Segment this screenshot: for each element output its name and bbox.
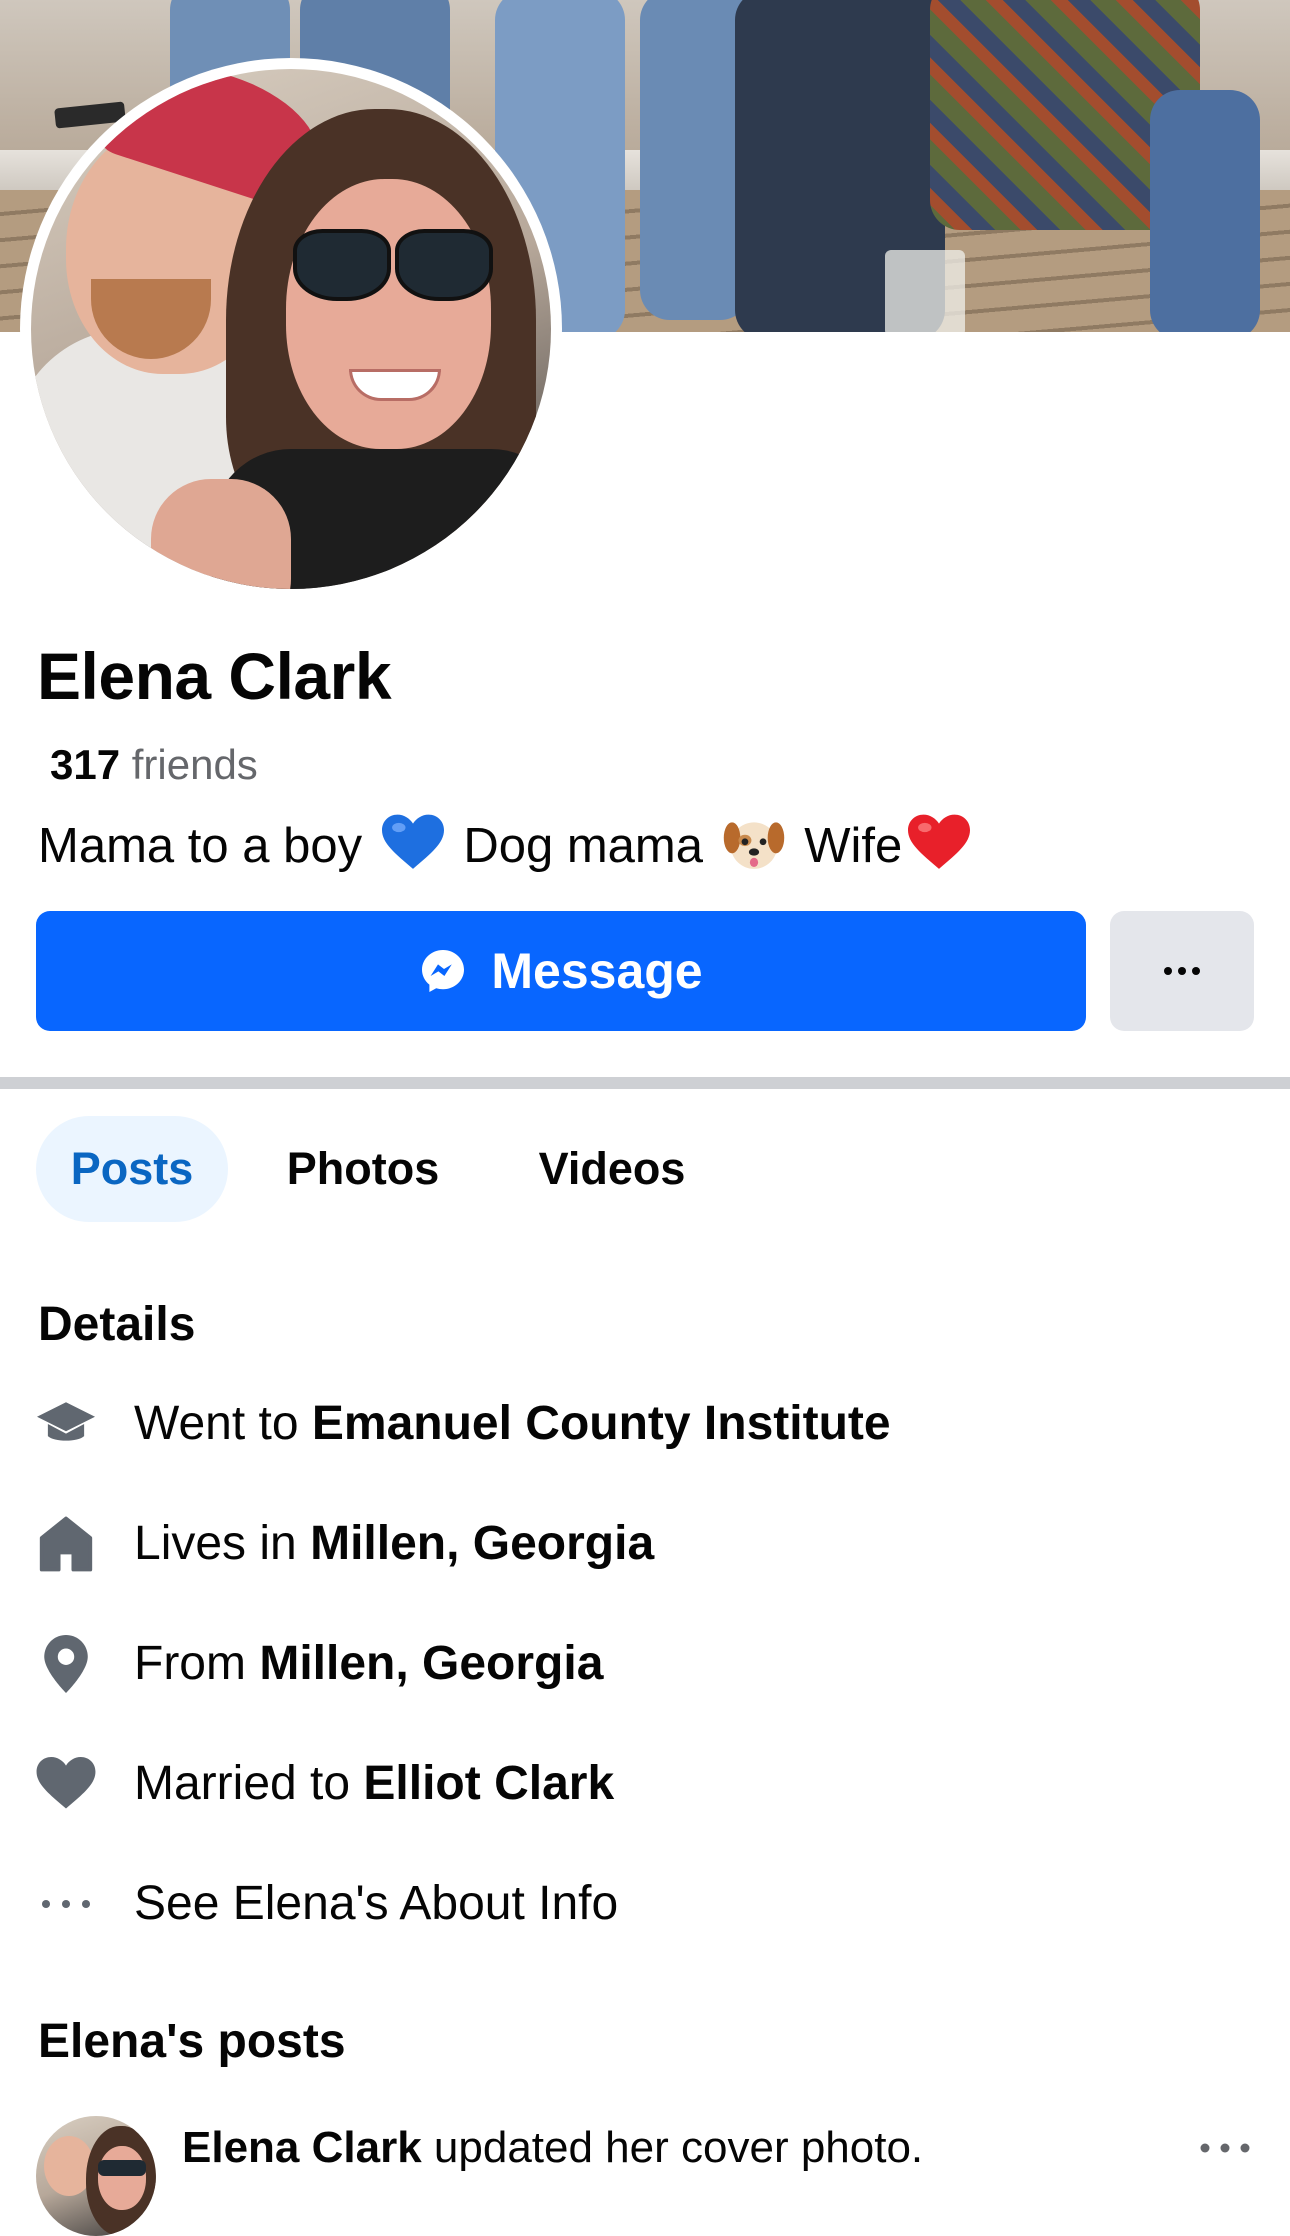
see-about-info-link[interactable]: See Elena's About Info — [36, 1864, 1256, 1944]
tab-videos[interactable]: Videos — [500, 1116, 724, 1222]
dog-face-emoji-icon — [723, 814, 785, 872]
messenger-icon — [419, 947, 467, 995]
profile-picture-image — [31, 69, 551, 589]
profile-picture[interactable] — [20, 58, 562, 600]
see-about-info-text: See Elena's About Info — [134, 1877, 619, 1930]
post-action-text: updated her cover photo. — [421, 2123, 924, 2172]
cover-figure — [1150, 90, 1260, 332]
avatar-figure — [151, 479, 291, 589]
post-more-options-button[interactable] — [1190, 2128, 1260, 2168]
location-pin-icon — [36, 1634, 96, 1694]
avatar-sunglasses — [293, 229, 493, 301]
detail-education-text: Went to Emanuel County Institute — [134, 1397, 891, 1450]
friends-count[interactable]: 317 friends — [50, 740, 258, 790]
detail-relationship[interactable]: Married to Elliot Clark — [36, 1744, 1256, 1824]
friends-label: friends — [131, 741, 258, 788]
red-heart-emoji-icon — [908, 814, 971, 872]
cover-cup — [885, 250, 965, 332]
post-header: Elena Clark updated her cover photo. — [182, 2122, 923, 2174]
more-dots-icon — [1160, 965, 1204, 977]
heart-icon — [36, 1754, 96, 1814]
message-button-label: Message — [491, 943, 703, 999]
home-icon — [36, 1514, 96, 1574]
more-dots-icon — [1199, 2142, 1251, 2154]
detail-lives-in[interactable]: Lives in Millen, Georgia — [36, 1504, 1256, 1584]
bio-part-1: Mama to a boy — [38, 819, 363, 873]
graduation-cap-icon — [36, 1394, 96, 1454]
detail-relationship-text: Married to Elliot Clark — [134, 1757, 615, 1810]
friends-number: 317 — [50, 741, 121, 788]
profile-name: Elena Clark — [37, 639, 392, 713]
post-author-avatar[interactable] — [36, 2116, 156, 2236]
bio-part-2: Dog mama — [463, 819, 703, 873]
posts-section-title: Elena's posts — [38, 2015, 346, 2068]
cover-figure — [640, 0, 750, 320]
profile-bio: Mama to a boy Dog mama Wife — [38, 814, 976, 878]
details-title: Details — [38, 1298, 196, 1351]
blue-heart-emoji-icon — [381, 814, 444, 872]
detail-from[interactable]: From Millen, Georgia — [36, 1624, 1256, 1704]
detail-education[interactable]: Went to Emanuel County Institute — [36, 1384, 1256, 1464]
avatar-figure — [286, 179, 491, 449]
detail-lives-in-text: Lives in Millen, Georgia — [134, 1517, 655, 1570]
tab-photos[interactable]: Photos — [260, 1116, 466, 1222]
detail-from-text: From Millen, Georgia — [134, 1637, 604, 1690]
post-author-name[interactable]: Elena Clark — [182, 2123, 422, 2172]
tab-posts[interactable]: Posts — [36, 1116, 228, 1222]
section-divider — [0, 1077, 1290, 1089]
more-options-button[interactable] — [1110, 911, 1254, 1031]
bio-part-3: Wife — [804, 819, 903, 873]
message-button[interactable]: Message — [36, 911, 1086, 1031]
more-dots-icon — [36, 1874, 96, 1934]
